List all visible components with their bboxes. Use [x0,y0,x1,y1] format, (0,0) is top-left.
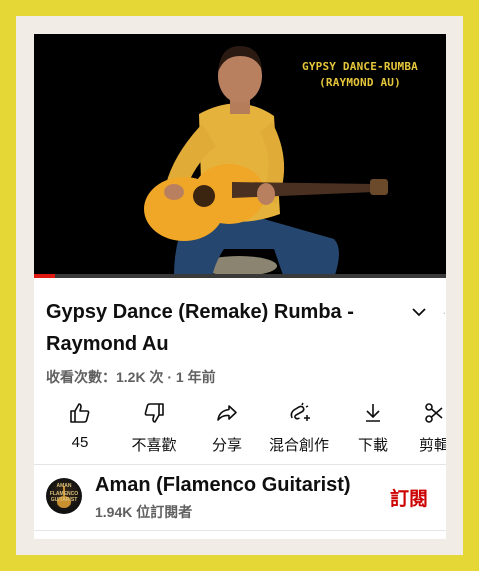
remix-label: 混合創作 [268,437,329,454]
download-button[interactable]: 下載 [355,399,391,459]
video-caption-line2: (RAYMOND AU) [319,76,401,89]
share-label: 分享 [211,437,242,454]
progress-bar[interactable] [34,274,446,278]
clip-button[interactable]: 剪輯 [414,399,446,459]
dislike-button[interactable]: 不喜歡 [126,399,182,459]
subscribe-button[interactable]: 訂閱 [390,484,428,511]
subscriber-count: 1.94K 位訂閱者 [95,504,193,520]
remix-button[interactable]: 混合創作 [264,399,334,459]
view-count-and-date: 收看次數：1.2K 次 · 1 年前 [46,369,216,385]
phone-screen: GYPSY DANCE-RUMBA (RAYMOND AU) Gypsy Dan… [34,34,446,539]
download-label: 下載 [357,437,388,454]
clip-label: 剪輯 [418,437,446,454]
download-icon [366,404,380,422]
chevron-down-icon [412,308,426,317]
divider-top [34,464,446,465]
video-caption: GYPSY DANCE-RUMBA (RAYMOND AU) [280,59,440,91]
remix-icon [290,402,310,421]
thumbs-down-icon [144,403,164,423]
divider-bottom [34,530,446,531]
channel-row[interactable]: AMAN FLAMENCO GUITARIST Aman (Flamenco G… [34,468,446,530]
video-player[interactable]: GYPSY DANCE-RUMBA (RAYMOND AU) [34,34,446,278]
thumbs-up-icon [70,403,90,423]
dislike-label: 不喜歡 [131,437,177,454]
share-button[interactable]: 分享 [206,399,248,459]
progress-bar-fill [34,274,55,278]
scissors-icon [425,403,443,423]
video-caption-line1: GYPSY DANCE-RUMBA [302,60,418,73]
channel-name[interactable]: Aman (Flamenco Guitarist) [95,474,351,497]
avatar-text-line3: GUITARIST [50,497,78,503]
like-count: 45 [71,434,89,451]
share-icon [217,405,237,421]
channel-avatar[interactable]: AMAN FLAMENCO GUITARIST [46,478,82,514]
edge-fragment: · [442,304,446,324]
video-title: Gypsy Dance (Remake) Rumba - Raymond Au [46,301,354,355]
like-button[interactable]: 45 [61,399,99,459]
avatar-text-line1: AMAN [56,483,72,489]
expand-description-button[interactable] [408,301,430,323]
action-bar: 45 不喜歡 分享 混合創作 下載 剪輯 [34,399,446,459]
